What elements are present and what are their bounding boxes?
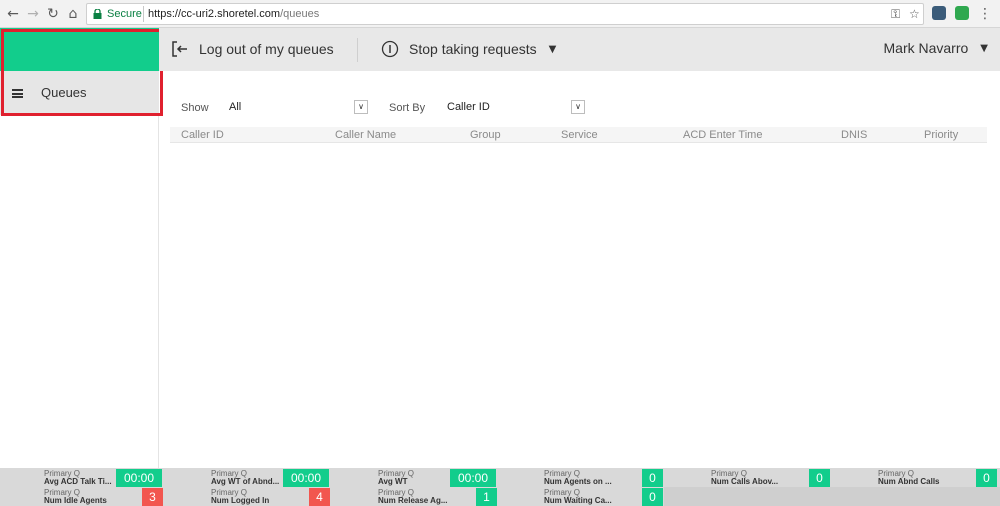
user-menu[interactable]: Mark Navarro ▼	[884, 40, 989, 56]
stat-value: 00:00	[450, 469, 496, 487]
show-select-value[interactable]: All	[229, 101, 241, 113]
stat-value: 0	[642, 469, 663, 487]
stat-value: 1	[476, 488, 497, 506]
stat-value: 0	[976, 469, 997, 487]
stat-value: 00:00	[116, 469, 162, 487]
stat-name: Num Release Ag...	[378, 496, 448, 505]
queue-table-header: Caller ID Caller Name Group Service ACD …	[170, 127, 987, 143]
stats-row-1: Primary Q Avg ACD Talk Ti... 00:00 Prima…	[0, 468, 1000, 487]
hamburger-menu-icon[interactable]	[12, 89, 23, 98]
column-header[interactable]: Service	[561, 129, 598, 141]
show-label: Show	[181, 102, 209, 114]
stat-tile: Primary Q Num Logged In 4	[167, 487, 330, 506]
stop-requests-label: Stop taking requests	[409, 41, 537, 57]
logout-icon	[172, 41, 187, 57]
header-divider	[357, 38, 358, 62]
stat-name: Num Idle Agents	[44, 496, 107, 505]
filter-bar: Show All ∨ Sort By Caller ID ∨	[159, 96, 1000, 120]
secure-label: Secure	[107, 8, 142, 20]
column-header[interactable]: Group	[470, 129, 501, 141]
stat-name: Num Abnd Calls	[878, 477, 940, 486]
stat-name: Num Agents on ...	[544, 477, 612, 486]
sortby-select-value[interactable]: Caller ID	[447, 101, 490, 113]
brand-bar	[0, 28, 159, 71]
logout-label: Log out of my queues	[199, 41, 334, 57]
caret-down-icon: ▼	[548, 43, 557, 55]
sortby-dropdown-chevron-icon[interactable]: ∨	[571, 100, 585, 114]
stat-tile: Primary Q Avg ACD Talk Ti... 00:00	[0, 468, 162, 487]
logout-queues-button[interactable]: Log out of my queues	[171, 38, 334, 60]
stat-tile: Primary Q Num Release Ag... 1	[334, 487, 497, 506]
stat-value: 4	[309, 488, 330, 506]
address-divider	[143, 6, 144, 22]
url-text[interactable]: https://cc-uri2.shoretel.com/queues	[148, 7, 319, 21]
stat-value: 3	[142, 488, 163, 506]
stat-value: 0	[642, 488, 663, 506]
caret-down-icon: ▼	[980, 42, 988, 54]
url-host: https://cc-uri2.shoretel.com	[148, 8, 281, 20]
key-icon[interactable]: ⚿	[891, 6, 900, 22]
sortby-label: Sort By	[389, 102, 426, 114]
stat-name: Avg ACD Talk Ti...	[44, 477, 112, 486]
stats-footer: Primary Q Avg ACD Talk Ti... 00:00 Prima…	[0, 468, 1000, 506]
url-path: /queues	[280, 8, 320, 20]
app-header: Log out of my queues Stop taking request…	[159, 28, 1000, 71]
column-header[interactable]: DNIS	[841, 129, 867, 141]
forward-arrow-icon[interactable]: →	[24, 5, 42, 23]
back-arrow-icon[interactable]: ←	[4, 5, 22, 23]
stop-requests-dropdown[interactable]: Stop taking requests ▼	[381, 38, 556, 60]
stat-tile: Primary Q Num Idle Agents 3	[0, 487, 163, 506]
sidebar-item-label: Queues	[41, 85, 87, 100]
extension-shield-icon[interactable]	[932, 6, 946, 20]
stat-tile: Primary Q Num Abnd Calls 0	[834, 468, 997, 487]
reload-icon[interactable]: ↻	[44, 5, 62, 23]
stat-tile: Primary Q Avg WT of Abnd... 00:00	[167, 468, 329, 487]
info-circle-icon	[381, 40, 399, 58]
stat-name: Avg WT	[378, 477, 408, 486]
address-bar[interactable]: Secure https://cc-uri2.shoretel.com/queu…	[86, 3, 924, 25]
stat-name: Avg WT of Abnd...	[211, 477, 280, 486]
show-dropdown-chevron-icon[interactable]: ∨	[354, 100, 368, 114]
column-header[interactable]: Caller Name	[335, 129, 396, 141]
browser-toolbar: ← → ↻ ⌂ Secure https://cc-uri2.shoretel.…	[0, 0, 1000, 28]
sidebar: Queues	[0, 28, 159, 468]
home-icon[interactable]: ⌂	[64, 5, 82, 23]
stat-name: Num Calls Abov...	[711, 477, 779, 486]
column-header[interactable]: Caller ID	[181, 129, 224, 141]
user-name: Mark Navarro	[883, 40, 969, 56]
stat-value: 00:00	[283, 469, 329, 487]
stat-name: Num Logged In	[211, 496, 270, 505]
stat-name: Num Waiting Ca...	[544, 496, 612, 505]
column-header[interactable]: ACD Enter Time	[683, 129, 762, 141]
stat-tile: Primary Q Num Calls Abov... 0	[667, 468, 830, 487]
sidebar-item-queues[interactable]: Queues	[0, 71, 159, 115]
star-icon[interactable]: ☆	[909, 6, 920, 22]
lock-icon	[93, 9, 102, 19]
menu-kebab-icon[interactable]: ⋮	[976, 5, 994, 23]
stat-value: 0	[809, 469, 830, 487]
stat-tile: Primary Q Avg WT 00:00	[334, 468, 496, 487]
stat-tile: Primary Q Num Waiting Ca... 0	[500, 487, 663, 506]
column-header[interactable]: Priority	[924, 129, 958, 141]
stat-tile: Primary Q Num Agents on ... 0	[500, 468, 663, 487]
stats-empty-area	[664, 487, 1000, 506]
extension-green-icon[interactable]	[955, 6, 969, 20]
